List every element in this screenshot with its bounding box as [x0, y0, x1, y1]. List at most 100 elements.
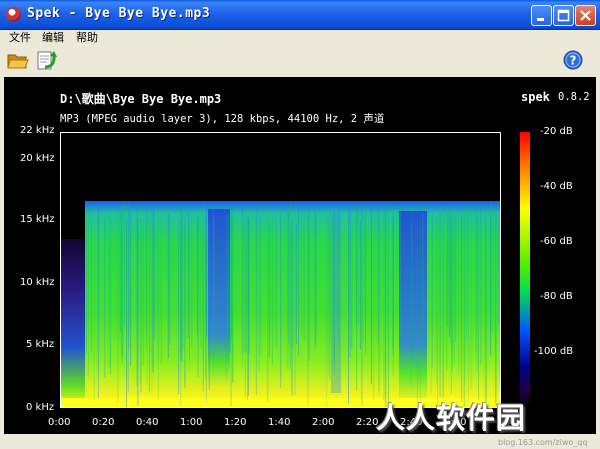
spectrum-streak — [93, 213, 95, 401]
menu-edit[interactable]: 编辑 — [42, 30, 64, 46]
spectrum-streak — [292, 215, 294, 348]
spectrum-streak — [359, 221, 361, 350]
save-refresh-icon[interactable] — [36, 49, 58, 71]
spectrum-streak — [291, 221, 293, 396]
spectrum-streak — [363, 208, 365, 343]
spectrum-streak — [123, 205, 125, 327]
x-tick-label: 0:00 — [48, 417, 71, 428]
spectrum-streak — [307, 214, 309, 406]
minimize-button[interactable] — [531, 5, 552, 26]
menu-help[interactable]: 帮助 — [76, 30, 98, 46]
spectrum-streak — [259, 215, 261, 356]
spectrum-streak — [453, 216, 455, 365]
spectrum-streak — [439, 213, 441, 397]
spectrum-streak — [436, 218, 438, 384]
spectrum-streak — [338, 205, 339, 346]
spectrum-streak — [478, 209, 479, 400]
db-tick-label: -100 dB — [534, 346, 574, 357]
help-icon[interactable]: ? — [563, 50, 583, 70]
spectrum-streak — [412, 217, 414, 360]
spectrum-streak — [475, 204, 477, 353]
app-version: 0.8.2 — [558, 91, 590, 103]
spectrum-streak — [329, 209, 331, 381]
y-tick-label: 15 kHz — [20, 214, 55, 225]
y-tick-label: 22 kHz — [20, 125, 55, 136]
spectrum-streak — [142, 218, 144, 366]
spectrum-streak — [498, 203, 500, 326]
db-tick-label: -60 dB — [540, 236, 573, 247]
spectrum-streak — [492, 208, 494, 333]
spectrum-streak — [169, 215, 171, 345]
spectrum-streak — [225, 216, 227, 339]
spectrum-streak — [148, 217, 150, 393]
spectrum-streak — [356, 206, 358, 390]
spectrum-streak — [205, 222, 207, 403]
spectrum-streak — [255, 209, 257, 395]
spectrum-streak — [146, 212, 148, 385]
spectrum-streak — [130, 212, 132, 366]
spectrum-streak — [128, 203, 130, 337]
title-bar[interactable]: Spek - Bye Bye Bye.mp3 — [0, 0, 600, 30]
spectrum-streak — [136, 203, 138, 387]
spectrum-streak — [178, 218, 180, 394]
spectrum-streak — [97, 212, 98, 369]
app-name: spek — [521, 90, 550, 104]
spectrum-streak — [245, 208, 247, 353]
spectrum-streak — [294, 204, 296, 395]
spectrum-streak — [422, 214, 424, 358]
spectrum-streak — [202, 203, 204, 359]
db-tick-label: -20 dB — [540, 126, 573, 137]
spectrum-streak — [470, 203, 472, 391]
spectrum-streak — [247, 218, 248, 401]
close-button[interactable] — [575, 5, 596, 26]
maximize-button[interactable] — [553, 5, 574, 26]
spectrum-streak — [213, 215, 215, 341]
spectrum-streak — [197, 222, 199, 378]
spectrum-streak — [258, 205, 260, 372]
spectrum-streak — [289, 203, 291, 369]
spectrum-streak — [180, 207, 182, 362]
y-tick-label: 20 kHz — [20, 153, 55, 164]
spectrum-streak — [315, 214, 317, 345]
spectrum-streak — [365, 213, 366, 353]
spectrum-streak — [205, 215, 206, 379]
spectrum-streak — [399, 207, 401, 355]
x-tick-label: 2:00 — [312, 417, 335, 428]
spectrum-streak — [280, 213, 282, 388]
spectrum-streak — [448, 211, 450, 337]
spectrum-streak — [181, 217, 183, 363]
spectrum-streak — [241, 206, 243, 355]
folder-open-icon[interactable] — [7, 50, 29, 70]
spectrum-streak — [437, 220, 439, 406]
spectrogram-display: D:\歌曲\Bye Bye Bye.mp3 MP3 (MPEG audio la… — [4, 77, 596, 434]
spectrum-streak — [476, 219, 478, 373]
db-tick-label: -40 dB — [540, 181, 573, 192]
spectrum-streak — [157, 216, 159, 361]
spectrum-streak — [383, 210, 385, 401]
spectrum-streak — [189, 218, 190, 359]
spectrum-streak — [208, 222, 210, 390]
spectrum-streak — [485, 221, 487, 407]
spectrum-streak — [267, 204, 269, 403]
spectrum-streak — [287, 211, 289, 369]
spectrum-streak — [230, 206, 231, 354]
spectrum-streak — [357, 204, 359, 325]
spectrum-streak — [232, 211, 234, 384]
x-tick-label: 1:20 — [224, 417, 247, 428]
spectrum-streak — [326, 218, 328, 407]
spectrum-streak — [271, 217, 273, 365]
spectrum-streak — [187, 212, 189, 338]
db-colorbar — [520, 132, 530, 408]
file-path: D:\歌曲\Bye Bye Bye.mp3 — [60, 92, 222, 106]
menu-file[interactable]: 文件 — [9, 30, 31, 46]
spectrum-streak — [442, 212, 444, 399]
spectrum-streak — [416, 218, 418, 402]
spectrum-streak — [484, 203, 486, 357]
spectrum-streak — [137, 217, 139, 406]
spectrum-streak — [303, 211, 305, 341]
spectrum-streak — [91, 205, 92, 352]
spectrum-streak — [114, 207, 116, 340]
app-icon[interactable] — [6, 7, 21, 22]
spectrum-streak — [121, 209, 123, 364]
spectrum-streak — [184, 217, 186, 389]
